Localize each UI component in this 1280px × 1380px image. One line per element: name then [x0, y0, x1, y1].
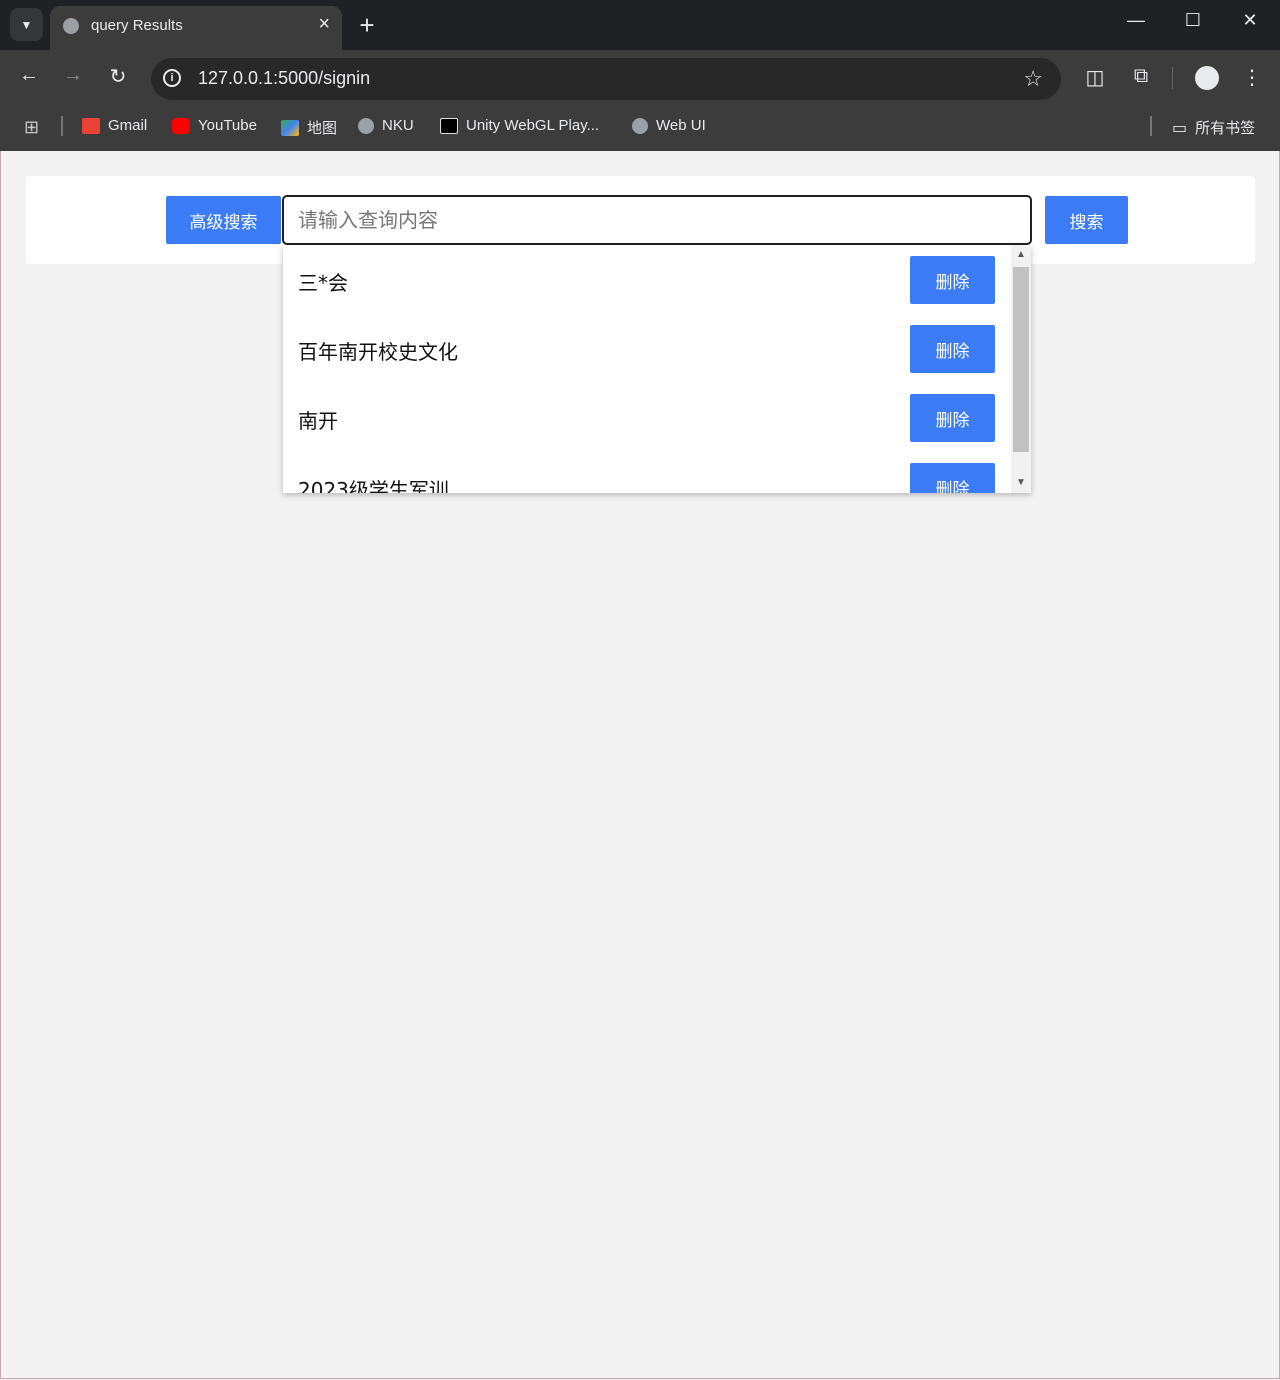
back-button[interactable]: ←	[15, 64, 43, 87]
history-item-label[interactable]: 2023级学生军训	[298, 474, 449, 493]
advanced-search-button[interactable]: 高级搜索	[166, 196, 281, 244]
delete-history-button[interactable]: 删除	[910, 256, 995, 304]
folder-icon: ▭	[1172, 119, 1188, 137]
scroll-up-arrow-icon[interactable]: ▲	[1011, 247, 1031, 263]
chevron-down-icon: ▼	[20, 17, 33, 32]
history-item-label[interactable]: 三*会	[298, 267, 348, 296]
history-item-label[interactable]: 南开	[298, 405, 338, 434]
apps-icon[interactable]: ⊞	[24, 117, 39, 138]
maximize-button[interactable]: ☐	[1178, 10, 1208, 31]
toolbar-divider	[1172, 67, 1173, 89]
maps-icon	[281, 119, 299, 136]
unity-icon	[440, 117, 458, 134]
tab-title: query Results	[91, 17, 183, 34]
forward-button[interactable]: →	[59, 64, 87, 87]
history-item-label[interactable]: 百年南开校史文化	[298, 336, 458, 365]
scrollbar-thumb[interactable]	[1013, 267, 1029, 452]
dropdown-scrollbar[interactable]: ▲ ▼	[1011, 245, 1031, 493]
delete-history-button[interactable]: 删除	[910, 463, 995, 493]
url-text[interactable]: 127.0.0.1:5000/signin	[198, 68, 370, 89]
toolbar: ← → ↻ i 127.0.0.1:5000/signin ☆ ◫ ⧉ ⋮	[0, 50, 1280, 106]
globe-icon	[63, 18, 79, 34]
tab-query-results[interactable]: query Results ×	[50, 6, 342, 50]
reading-mode-icon[interactable]: ◫	[1082, 65, 1108, 90]
close-tab-icon[interactable]: ×	[318, 14, 330, 34]
gmail-icon	[82, 117, 100, 134]
bookmark-maps[interactable]: 地图	[281, 117, 337, 138]
extensions-icon[interactable]: ⧉	[1128, 65, 1154, 88]
history-item[interactable]: 三*会 删除	[283, 245, 1010, 314]
bookmark-unity[interactable]: Unity WebGL Play...	[440, 117, 599, 134]
scroll-down-arrow-icon[interactable]: ▼	[1011, 475, 1031, 491]
menu-icon[interactable]: ⋮	[1239, 65, 1265, 90]
bookmark-star-icon[interactable]: ☆	[1023, 66, 1043, 92]
close-window-button[interactable]: ✕	[1235, 10, 1265, 31]
bookmarks-divider	[61, 116, 63, 136]
bookmark-webui[interactable]: Web UI	[632, 117, 706, 134]
address-bar[interactable]: i 127.0.0.1:5000/signin ☆	[151, 58, 1061, 100]
search-input[interactable]	[282, 195, 1032, 245]
history-item[interactable]: 2023级学生军训 删除	[283, 452, 1010, 493]
tab-strip: ▼ query Results × + — ☐ ✕	[0, 0, 1280, 50]
delete-history-button[interactable]: 删除	[910, 394, 995, 442]
tab-search-button[interactable]: ▼	[10, 8, 43, 41]
bookmarks-bar: ⊞ Gmail YouTube 地图 NKU Unity WebGL Play.…	[0, 106, 1280, 151]
bookmark-nku[interactable]: NKU	[358, 117, 414, 134]
search-history-dropdown: 三*会 删除 百年南开校史文化 删除 南开 删除 2023级学生军训 删除	[283, 245, 1031, 493]
bookmark-gmail[interactable]: Gmail	[82, 117, 147, 134]
profile-avatar[interactable]	[1195, 66, 1219, 90]
globe-icon	[358, 117, 374, 134]
bookmark-youtube[interactable]: YouTube	[172, 117, 257, 134]
all-bookmarks[interactable]: ▭ 所有书签	[1172, 117, 1255, 138]
history-item[interactable]: 南开 删除	[283, 383, 1010, 452]
globe-icon	[632, 117, 648, 134]
reload-button[interactable]: ↻	[104, 64, 132, 89]
new-tab-button[interactable]: +	[355, 8, 379, 42]
minimize-button[interactable]: —	[1121, 10, 1151, 31]
search-button[interactable]: 搜索	[1045, 196, 1128, 244]
history-item[interactable]: 百年南开校史文化 删除	[283, 314, 1010, 383]
youtube-icon	[172, 117, 190, 134]
delete-history-button[interactable]: 删除	[910, 325, 995, 373]
site-info-icon[interactable]: i	[163, 69, 181, 87]
bookmarks-divider	[1150, 116, 1152, 136]
